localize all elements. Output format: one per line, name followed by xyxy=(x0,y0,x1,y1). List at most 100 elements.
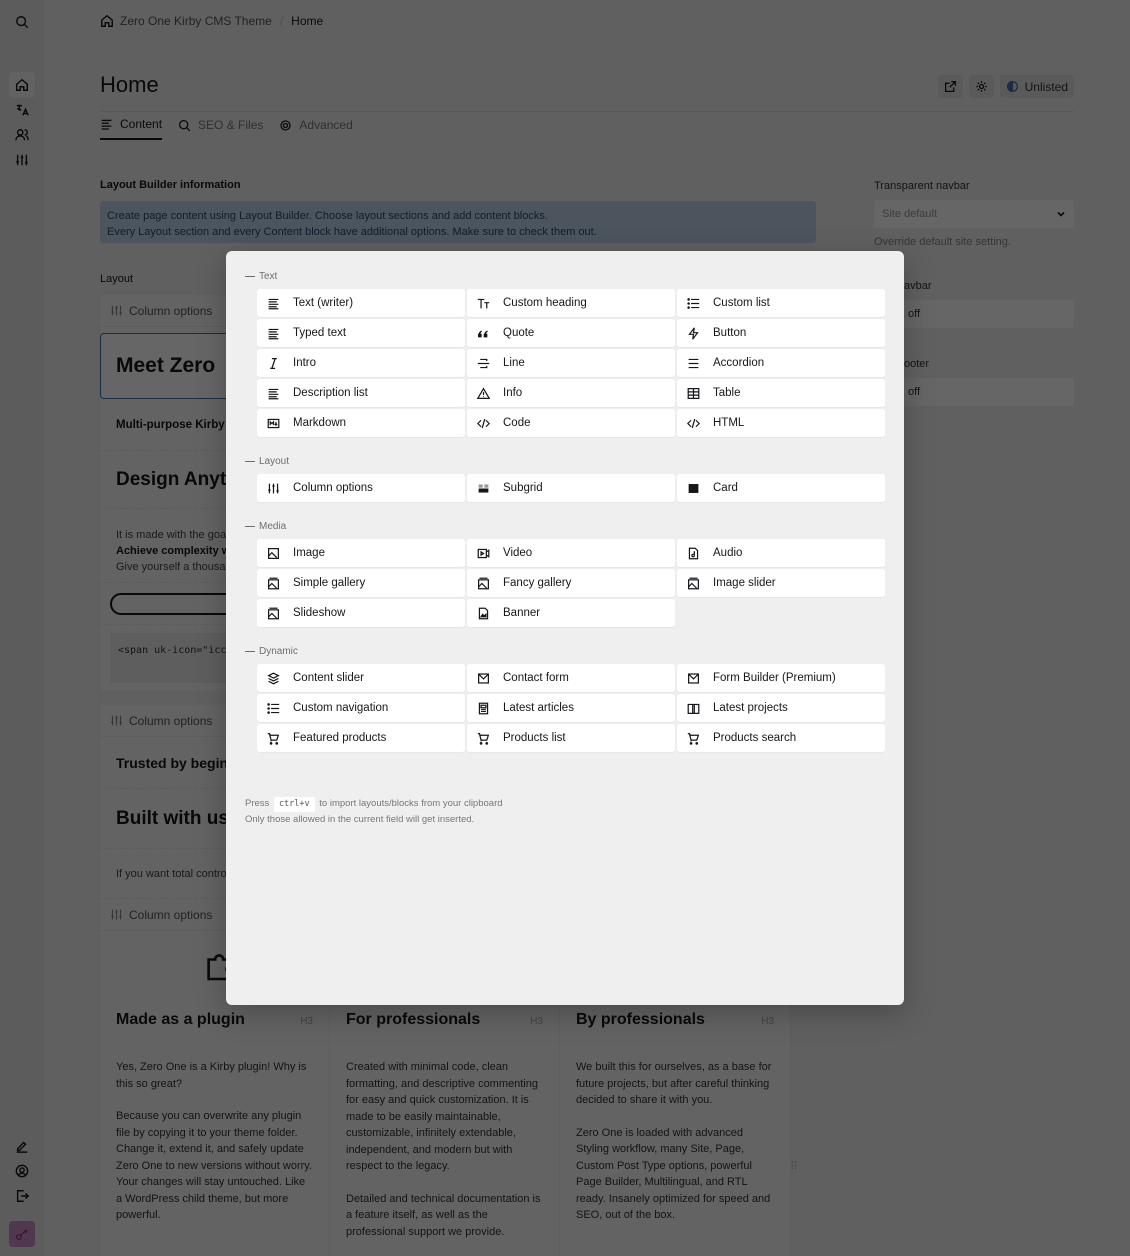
list-bullet-icon xyxy=(687,297,700,310)
collapse-icon xyxy=(245,525,255,527)
block-grid: Text (writer) Custom heading Custom list Ty… xyxy=(257,289,886,437)
block-option[interactable]: Custom heading xyxy=(467,289,675,317)
book-icon xyxy=(687,702,700,715)
quote-icon xyxy=(477,327,490,340)
collapse-icon xyxy=(245,460,255,462)
block-option[interactable]: Accordion xyxy=(677,349,885,377)
block-option-label: Typed text xyxy=(293,327,347,339)
group-title-label: Media xyxy=(259,520,287,532)
block-option[interactable]: Video xyxy=(467,539,675,567)
block-option-label: Card xyxy=(713,482,738,494)
card-icon xyxy=(687,482,700,495)
code-icon xyxy=(477,417,490,430)
block-option-label: Table xyxy=(713,387,741,399)
mail-icon xyxy=(687,672,700,685)
block-option-label: Button xyxy=(713,327,747,339)
block-option-label: Custom list xyxy=(713,297,770,309)
block-option-label: Subgrid xyxy=(503,482,543,494)
group-title-label: Text xyxy=(259,270,278,282)
block-option[interactable]: Column options xyxy=(257,474,465,502)
line-icon xyxy=(477,357,490,370)
group-title-label: Dynamic xyxy=(259,645,298,657)
block-option[interactable]: Line xyxy=(467,349,675,377)
block-option-label: Content slider xyxy=(293,672,364,684)
block-option-label: Description list xyxy=(293,387,368,399)
block-option[interactable]: Info xyxy=(467,379,675,407)
file-image-icon xyxy=(477,607,490,620)
block-grid: Content slider Contact form Form Builder (… xyxy=(257,664,886,752)
block-option[interactable]: Products search xyxy=(677,724,885,752)
article-icon xyxy=(477,702,490,715)
collapse-icon xyxy=(245,275,255,277)
italic-icon xyxy=(267,357,280,370)
video-icon xyxy=(477,547,490,560)
block-option[interactable]: Code xyxy=(467,409,675,437)
block-selector-dialog: Text Text (writer) Custom heading Custom li… xyxy=(226,251,904,1005)
block-option-label: Custom navigation xyxy=(293,702,389,714)
block-option-label: Code xyxy=(503,417,531,429)
block-option[interactable]: Image slider xyxy=(677,569,885,597)
block-option-label: Image xyxy=(293,547,325,559)
block-groups: Text Text (writer) Custom heading Custom li… xyxy=(244,269,886,752)
block-option[interactable]: Content slider xyxy=(257,664,465,692)
image-icon xyxy=(267,547,280,560)
block-group-dynamic: Dynamic Content slider Contact form Form Bu… xyxy=(244,644,886,752)
hint-text: Only those allowed in the current field … xyxy=(245,814,475,825)
block-option[interactable]: Card xyxy=(677,474,885,502)
code-icon xyxy=(687,417,700,430)
block-option[interactable]: Image xyxy=(257,539,465,567)
block-option[interactable]: Text (writer) xyxy=(257,289,465,317)
text-left-icon xyxy=(267,327,280,340)
group-title[interactable]: Media xyxy=(245,519,886,533)
cart-icon xyxy=(477,732,490,745)
block-grid: Column options Subgrid Card xyxy=(257,474,886,502)
cart-icon xyxy=(687,732,700,745)
block-option-label: Custom heading xyxy=(503,297,587,309)
block-option[interactable]: Button xyxy=(677,319,885,347)
block-option[interactable]: Custom list xyxy=(677,289,885,317)
block-option[interactable]: Description list xyxy=(257,379,465,407)
block-option-label: HTML xyxy=(713,417,745,429)
group-title[interactable]: Dynamic xyxy=(245,644,886,658)
block-option[interactable]: Featured products xyxy=(257,724,465,752)
block-option[interactable]: Products list xyxy=(467,724,675,752)
alert-icon xyxy=(477,386,490,400)
block-option[interactable]: Form Builder (Premium) xyxy=(677,664,885,692)
block-option-label: Form Builder (Premium) xyxy=(713,672,836,684)
block-option[interactable]: Audio xyxy=(677,539,885,567)
cart-icon xyxy=(267,732,280,745)
block-option-label: Accordion xyxy=(713,357,765,369)
block-option[interactable]: Contact form xyxy=(467,664,675,692)
block-option-label: Latest projects xyxy=(713,702,788,714)
block-option-label: Quote xyxy=(503,327,535,339)
block-option[interactable]: Latest projects xyxy=(677,694,885,722)
block-option-label: Featured products xyxy=(293,732,387,744)
block-option[interactable]: Intro xyxy=(257,349,465,377)
block-option[interactable]: Quote xyxy=(467,319,675,347)
block-option[interactable]: Slideshow xyxy=(257,599,465,627)
block-option[interactable]: Latest articles xyxy=(467,694,675,722)
block-option[interactable]: HTML xyxy=(677,409,885,437)
list-bullet-icon xyxy=(267,702,280,715)
block-option[interactable]: Banner xyxy=(467,599,675,627)
block-option[interactable]: Typed text xyxy=(257,319,465,347)
block-option-label: Banner xyxy=(503,607,541,619)
block-option[interactable]: Markdown xyxy=(257,409,465,437)
block-option[interactable]: Custom navigation xyxy=(257,694,465,722)
block-group-text: Text Text (writer) Custom heading Custom li… xyxy=(244,269,886,437)
block-option[interactable]: Fancy gallery xyxy=(467,569,675,597)
block-option[interactable]: Simple gallery xyxy=(257,569,465,597)
block-option-label: Products list xyxy=(503,732,566,744)
block-option-label: Contact form xyxy=(503,672,569,684)
group-title[interactable]: Layout xyxy=(245,454,886,468)
gallery-icon xyxy=(267,607,280,620)
collapse-icon xyxy=(245,650,255,652)
text-left-icon xyxy=(267,297,280,310)
markdown-icon xyxy=(267,417,280,430)
block-option[interactable]: Subgrid xyxy=(467,474,675,502)
block-option-label: Video xyxy=(503,547,533,559)
subgrid-icon xyxy=(477,482,490,495)
group-title[interactable]: Text xyxy=(245,269,886,283)
block-option-label: Products search xyxy=(713,732,797,744)
block-option[interactable]: Table xyxy=(677,379,885,407)
